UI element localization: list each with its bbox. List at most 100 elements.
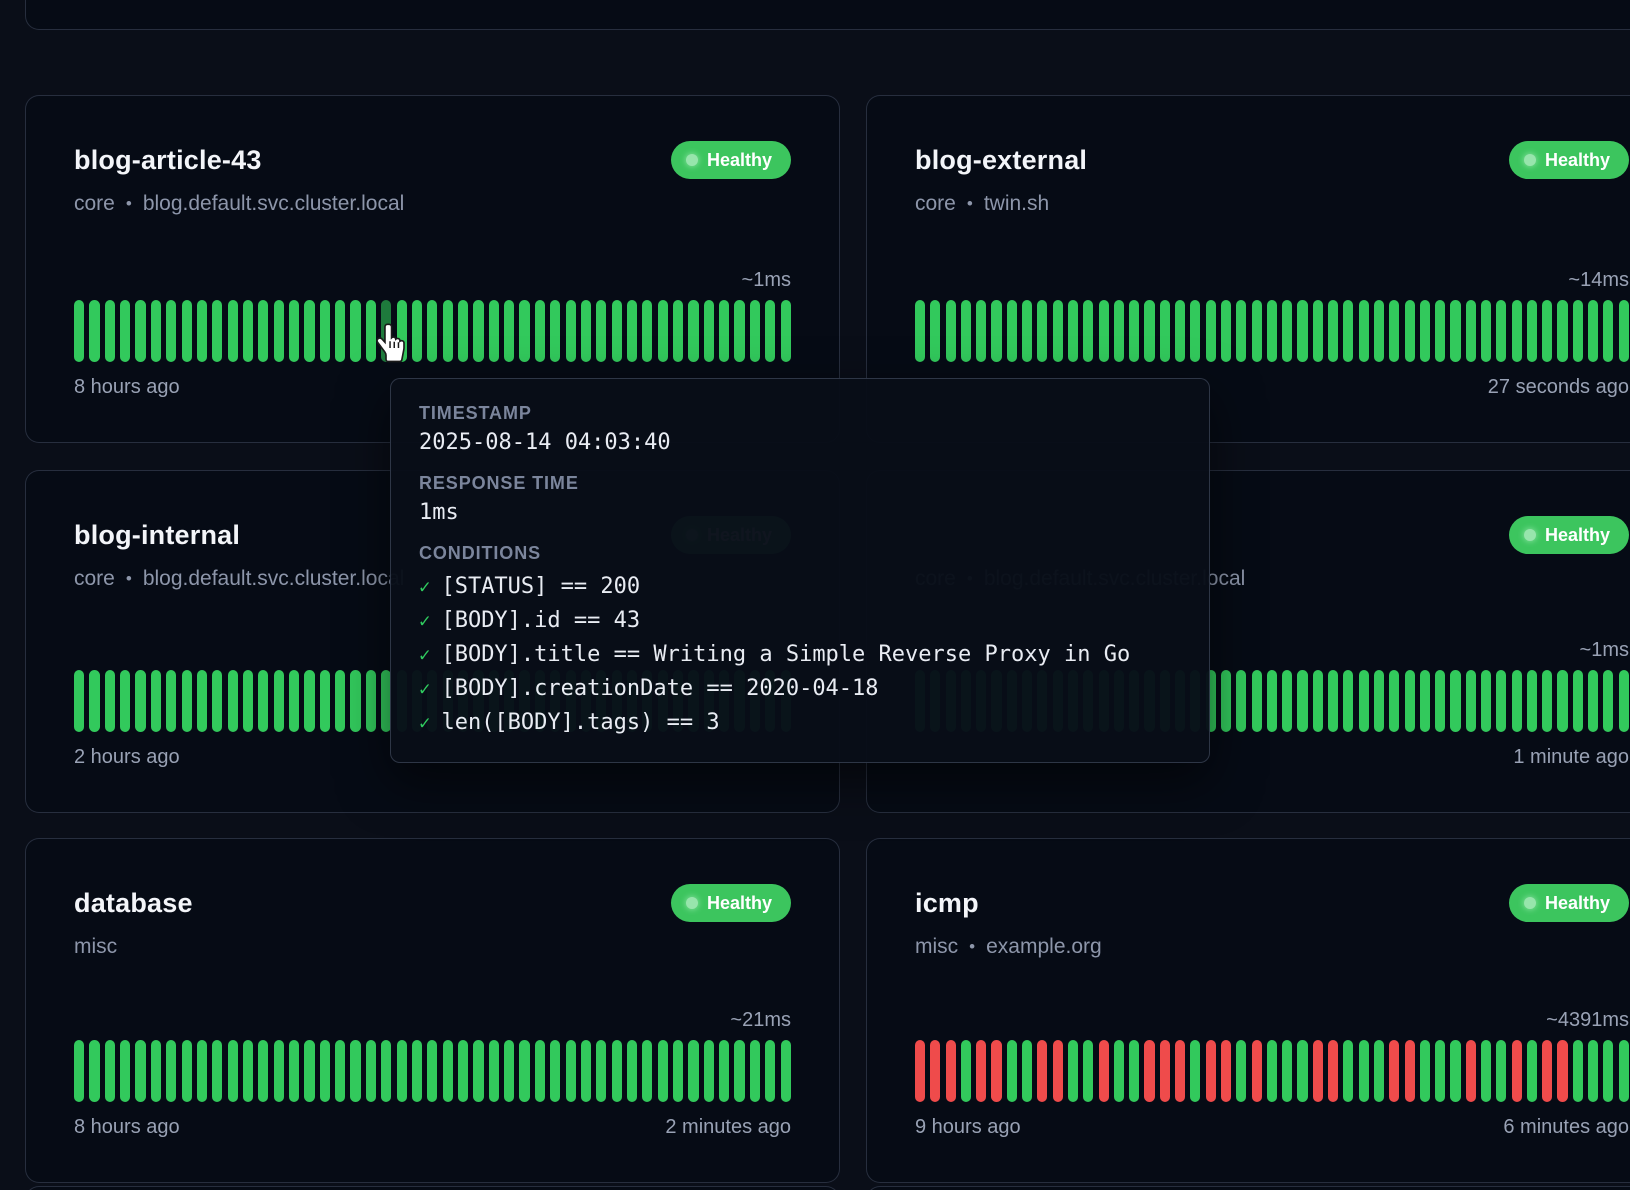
status-bar[interactable] <box>350 670 360 732</box>
status-bar[interactable] <box>627 300 637 362</box>
status-bar[interactable] <box>1083 1040 1093 1102</box>
status-bar[interactable] <box>1221 300 1231 362</box>
status-bar[interactable] <box>1297 300 1307 362</box>
status-bar[interactable] <box>1405 670 1415 732</box>
status-bar[interactable] <box>1389 670 1399 732</box>
status-bar[interactable] <box>1359 670 1369 732</box>
status-bar[interactable] <box>612 1040 622 1102</box>
status-bar[interactable] <box>135 300 145 362</box>
status-bar[interactable] <box>366 670 376 732</box>
status-bar[interactable] <box>1221 670 1231 732</box>
status-bar[interactable] <box>1557 670 1567 732</box>
status-bar[interactable] <box>1190 300 1200 362</box>
status-bar[interactable] <box>1512 1040 1522 1102</box>
status-bar[interactable] <box>961 300 971 362</box>
status-bar[interactable] <box>1496 670 1506 732</box>
status-bar[interactable] <box>1175 300 1185 362</box>
status-bar[interactable] <box>135 1040 145 1102</box>
status-bar[interactable] <box>535 1040 545 1102</box>
status-bar[interactable] <box>1619 670 1629 732</box>
status-bar[interactable] <box>673 300 683 362</box>
status-bar[interactable] <box>243 1040 253 1102</box>
status-bar[interactable] <box>1374 670 1384 732</box>
status-bar[interactable] <box>1099 300 1109 362</box>
status-bar[interactable] <box>750 1040 760 1102</box>
status-bar[interactable] <box>1282 670 1292 732</box>
status-bar[interactable] <box>1236 670 1246 732</box>
status-bar[interactable] <box>74 670 84 732</box>
status-bar[interactable] <box>596 300 606 362</box>
status-bar[interactable] <box>930 300 940 362</box>
status-bar[interactable] <box>1603 300 1613 362</box>
status-bar[interactable] <box>1542 300 1552 362</box>
status-bar[interactable] <box>1252 300 1262 362</box>
status-bar[interactable] <box>166 300 176 362</box>
status-bar[interactable] <box>1420 670 1430 732</box>
status-bar[interactable] <box>412 1040 422 1102</box>
status-bar[interactable] <box>991 1040 1001 1102</box>
status-bar[interactable] <box>550 300 560 362</box>
status-bar[interactable] <box>105 670 115 732</box>
status-bar[interactable] <box>381 1040 391 1102</box>
status-bar[interactable] <box>1282 1040 1292 1102</box>
status-bar[interactable] <box>1557 1040 1567 1102</box>
status-bar[interactable] <box>1037 1040 1047 1102</box>
status-bar[interactable] <box>1313 1040 1323 1102</box>
status-bar[interactable] <box>991 300 1001 362</box>
status-bar[interactable] <box>688 300 698 362</box>
endpoint-card-icmp[interactable]: icmp Healthy misc • example.org ~4391ms … <box>866 838 1630 1183</box>
status-bar[interactable] <box>1099 1040 1109 1102</box>
status-bar[interactable] <box>1175 1040 1185 1102</box>
status-bar[interactable] <box>105 1040 115 1102</box>
status-bar[interactable] <box>1557 300 1567 362</box>
status-bar[interactable] <box>1527 300 1537 362</box>
status-bar[interactable] <box>1450 670 1460 732</box>
status-bar[interactable] <box>1496 300 1506 362</box>
status-bar[interactable] <box>946 1040 956 1102</box>
status-bar[interactable] <box>212 1040 222 1102</box>
status-bar[interactable] <box>1450 300 1460 362</box>
status-bar[interactable] <box>1405 300 1415 362</box>
status-bar[interactable] <box>1297 670 1307 732</box>
status-bar[interactable] <box>197 1040 207 1102</box>
status-bar[interactable] <box>1297 1040 1307 1102</box>
status-bar[interactable] <box>1359 1040 1369 1102</box>
status-bar[interactable] <box>1389 1040 1399 1102</box>
status-bar[interactable] <box>74 1040 84 1102</box>
status-bar[interactable] <box>473 300 483 362</box>
status-bar[interactable] <box>1603 670 1613 732</box>
status-bar[interactable] <box>458 300 468 362</box>
status-bar[interactable] <box>166 1040 176 1102</box>
status-bar[interactable] <box>274 300 284 362</box>
status-bar[interactable] <box>320 1040 330 1102</box>
status-bar[interactable] <box>1450 1040 1460 1102</box>
status-bar[interactable] <box>289 670 299 732</box>
status-bar[interactable] <box>243 300 253 362</box>
status-bar[interactable] <box>519 300 529 362</box>
status-bar[interactable] <box>335 670 345 732</box>
status-bar[interactable] <box>166 670 176 732</box>
status-bar[interactable] <box>612 300 622 362</box>
status-bar[interactable] <box>1527 670 1537 732</box>
endpoint-card-database[interactable]: database Healthy misc ~21ms 8 hours ago … <box>25 838 840 1183</box>
status-bar[interactable] <box>1328 1040 1338 1102</box>
status-bar[interactable] <box>105 300 115 362</box>
status-bar[interactable] <box>930 1040 940 1102</box>
status-bar[interactable] <box>1481 1040 1491 1102</box>
status-bar[interactable] <box>350 1040 360 1102</box>
status-bar[interactable] <box>1420 1040 1430 1102</box>
status-bar[interactable] <box>1343 300 1353 362</box>
status-bar[interactable] <box>1068 1040 1078 1102</box>
status-bar[interactable] <box>688 1040 698 1102</box>
status-bar[interactable] <box>274 670 284 732</box>
status-bar[interactable] <box>1512 300 1522 362</box>
status-bar[interactable] <box>274 1040 284 1102</box>
status-bar[interactable] <box>504 300 514 362</box>
status-bar[interactable] <box>489 1040 499 1102</box>
status-bar[interactable] <box>1496 1040 1506 1102</box>
status-bar[interactable] <box>458 1040 468 1102</box>
status-bar[interactable] <box>228 670 238 732</box>
status-bar[interactable] <box>427 1040 437 1102</box>
status-bar[interactable] <box>642 1040 652 1102</box>
status-bar[interactable] <box>1328 670 1338 732</box>
